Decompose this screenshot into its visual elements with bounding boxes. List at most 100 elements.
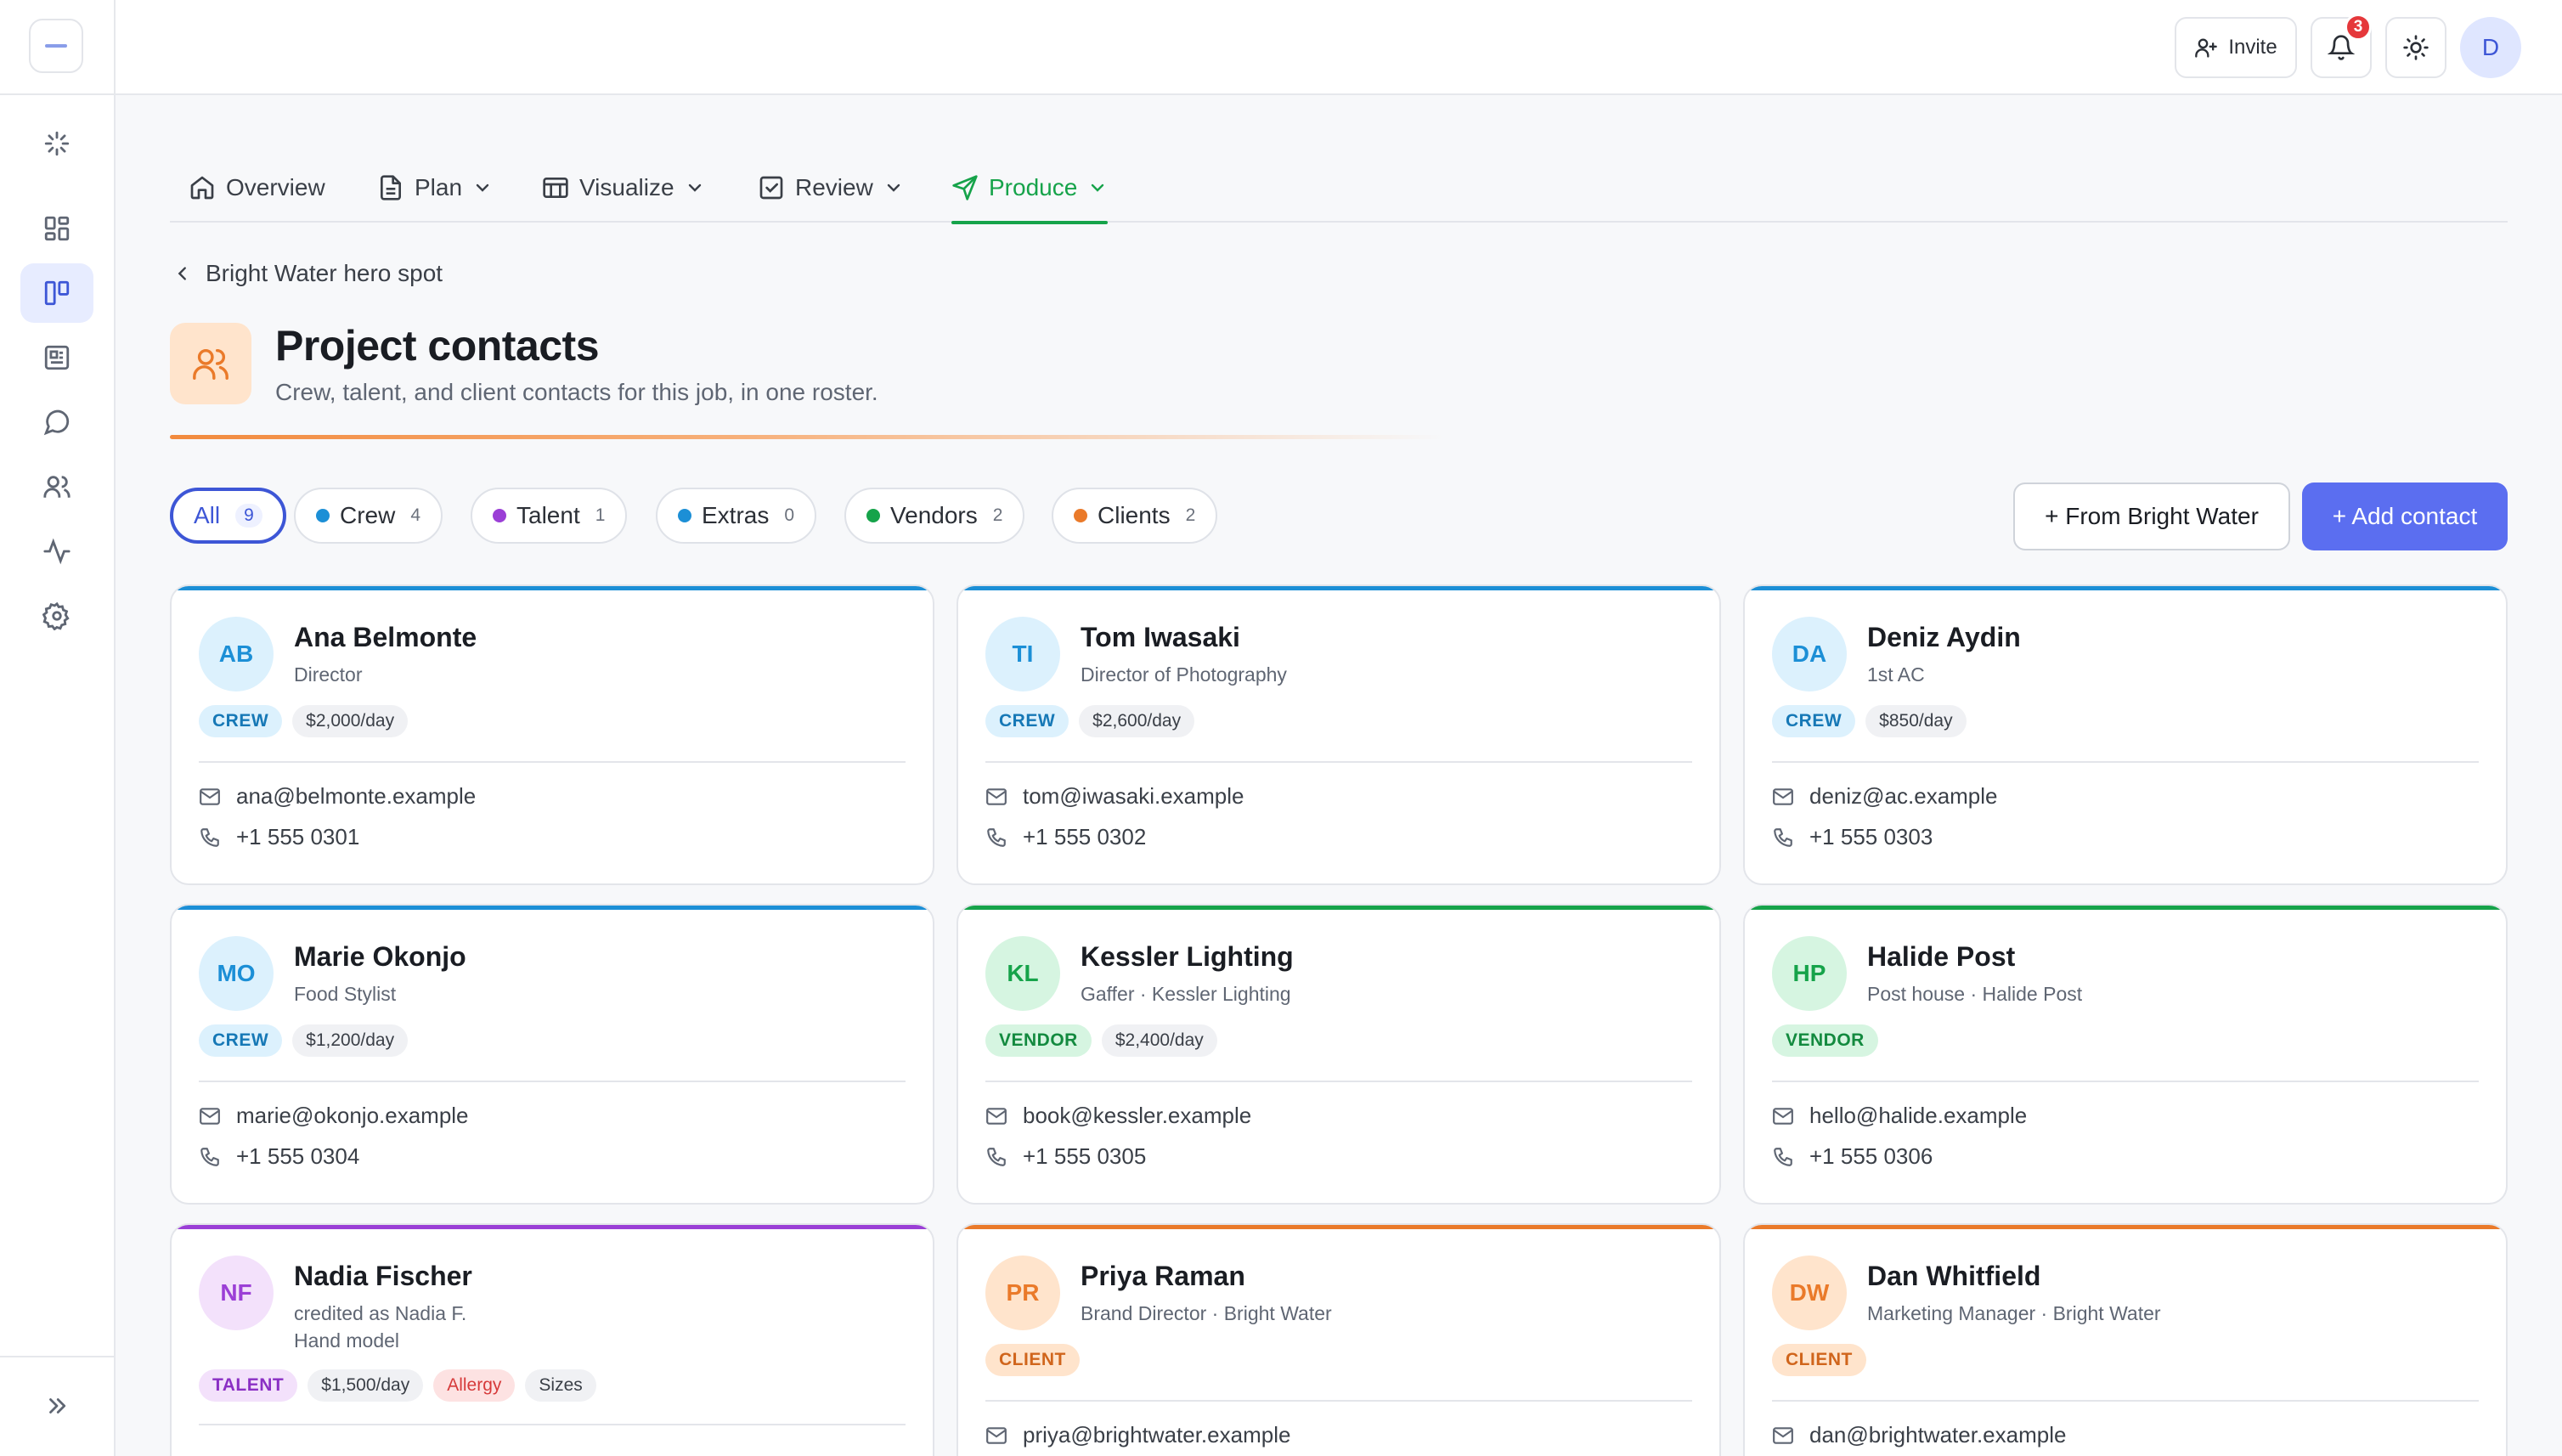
phone-row[interactable]: +1 555 0304 <box>199 1143 359 1170</box>
sidebar-item-settings[interactable] <box>20 586 93 646</box>
rate-chip: $2,400/day <box>1101 1024 1217 1057</box>
contact-role: 1st AC <box>1867 663 1925 686</box>
filter-clients[interactable]: Clients 2 <box>1052 488 1218 544</box>
filter-crew[interactable]: Crew 4 <box>294 488 443 544</box>
filter-all[interactable]: All 9 <box>170 488 286 544</box>
sidebar-item-gallery[interactable] <box>20 328 93 387</box>
phone-text: +1 555 0304 <box>236 1143 360 1169</box>
card-divider <box>199 1424 906 1425</box>
sidebar-item-ai[interactable] <box>20 114 93 173</box>
card-divider <box>199 1081 906 1082</box>
image-icon <box>44 345 70 370</box>
contact-name: Priya Raman <box>1081 1261 1245 1291</box>
check-square-icon <box>759 176 783 200</box>
contact-card[interactable]: DW Dan Whitfield Marketing Manager · Bri… <box>1743 1223 2508 1456</box>
contact-name: Dan Whitfield <box>1867 1261 2041 1291</box>
contact-role-secondary: Hand model <box>294 1329 400 1352</box>
phone-icon <box>1774 827 1792 847</box>
email-row[interactable]: priya@brightwater.example <box>985 1422 1290 1448</box>
email-row[interactable]: tom@iwasaki.example <box>985 783 1244 810</box>
email-text: tom@iwasaki.example <box>1023 783 1244 809</box>
email-row[interactable]: marie@okonjo.example <box>199 1103 469 1129</box>
contact-card[interactable]: TI Tom Iwasaki Director of Photography C… <box>957 584 1721 885</box>
phone-row[interactable]: +1 555 0301 <box>199 824 359 850</box>
tab-overview[interactable]: Overview <box>189 153 325 223</box>
email-row[interactable]: hello@halide.example <box>1772 1103 2027 1129</box>
phone-icon <box>1774 1147 1792 1166</box>
filter-label: Crew <box>340 502 396 528</box>
avatar: MO <box>199 936 274 1011</box>
contact-name: Nadia Fischer <box>294 1261 472 1291</box>
contact-card[interactable]: HP Halide Post Post house · Halide Post … <box>1743 904 2508 1205</box>
type-badge: VENDOR <box>985 1024 1092 1057</box>
email-row[interactable]: book@kessler.example <box>985 1103 1251 1129</box>
tab-produce[interactable]: Produce <box>951 153 1109 224</box>
sidebar-item-people[interactable] <box>20 457 93 516</box>
filter-label: Talent <box>516 502 580 528</box>
card-divider <box>985 1081 1692 1082</box>
phone-row[interactable]: +1 555 0303 <box>1772 824 1933 850</box>
app-logo[interactable] <box>29 19 83 73</box>
columns-icon <box>44 280 70 306</box>
contact-name: Kessler Lighting <box>1081 941 1294 972</box>
contact-card[interactable]: MO Marie Okonjo Food Stylist CREW $1,200… <box>170 904 934 1205</box>
phone-text: +1 555 0301 <box>236 824 360 849</box>
activity-icon <box>43 538 71 565</box>
email-text: deniz@ac.example <box>1809 783 1998 809</box>
filter-talent[interactable]: Talent 1 <box>471 488 628 544</box>
card-type-bar <box>172 586 933 590</box>
page-title: Project contacts <box>275 322 600 370</box>
email-row[interactable]: dan@brightwater.example <box>1772 1422 2066 1448</box>
sidebar-item-messages[interactable] <box>20 392 93 452</box>
home-icon <box>190 176 214 200</box>
mail-icon <box>1773 787 1793 805</box>
breadcrumb[interactable]: Bright Water hero spot <box>173 257 443 291</box>
avatar: AB <box>199 617 274 691</box>
filter-extras[interactable]: Extras 0 <box>656 488 817 544</box>
rate-chip: $1,500/day <box>308 1369 424 1402</box>
contact-name: Marie Okonjo <box>294 941 466 972</box>
phone-row[interactable]: +1 555 0306 <box>1772 1143 1933 1170</box>
add-contact-button[interactable]: + Add contact <box>2302 483 2508 550</box>
tab-review[interactable]: Review <box>758 153 904 223</box>
from-bright-water-button[interactable]: + From Bright Water <box>2013 483 2290 550</box>
contact-card[interactable]: PR Priya Raman Brand Director · Bright W… <box>957 1223 1721 1456</box>
sidebar-item-dashboard[interactable] <box>20 199 93 258</box>
contact-card[interactable]: DA Deniz Aydin 1st AC CREW $850/day deni… <box>1743 584 2508 885</box>
theme-toggle-button[interactable] <box>2385 17 2446 78</box>
email-text: hello@halide.example <box>1809 1103 2028 1128</box>
type-badge: CREW <box>1772 705 1856 737</box>
filter-label: All <box>194 502 221 528</box>
card-divider <box>1772 1400 2479 1402</box>
notifications-button[interactable]: 3 <box>2311 14 2372 78</box>
tab-visualize[interactable]: Visualize <box>542 153 705 223</box>
card-divider <box>199 761 906 763</box>
filter-vendors[interactable]: Vendors 2 <box>844 488 1025 544</box>
user-avatar[interactable]: D <box>2460 17 2521 78</box>
send-icon <box>952 175 978 200</box>
contact-card[interactable]: AB Ana Belmonte Director CREW $2,000/day… <box>170 584 934 885</box>
phone-icon <box>987 1147 1006 1166</box>
sparkle-icon <box>44 131 70 156</box>
contacts-header-icon <box>170 323 251 404</box>
type-badge: CLIENT <box>1772 1344 1866 1376</box>
tab-plan[interactable]: Plan <box>377 153 493 223</box>
sidebar-item-activity[interactable] <box>20 522 93 581</box>
tab-label: Plan <box>415 174 463 200</box>
filter-count: 2 <box>992 505 1003 525</box>
phone-row[interactable]: +1 555 0302 <box>985 824 1146 850</box>
contact-card[interactable]: NF Nadia Fischer credited as Nadia F. Ha… <box>170 1223 934 1456</box>
phone-row[interactable]: +1 555 0305 <box>985 1143 1146 1170</box>
contact-card[interactable]: KL Kessler Lighting Gaffer · Kessler Lig… <box>957 904 1721 1205</box>
card-type-bar <box>1745 906 2506 910</box>
sidebar-expand-button[interactable] <box>20 1376 93 1436</box>
sidebar-item-projects[interactable] <box>20 263 93 323</box>
phone-icon <box>987 827 1006 847</box>
mail-icon <box>200 1107 220 1125</box>
invite-button[interactable]: Invite <box>2175 17 2297 78</box>
logo-mark <box>45 44 67 48</box>
email-row[interactable]: deniz@ac.example <box>1772 783 1998 810</box>
users-icon <box>43 476 71 498</box>
contact-role: Director of Photography <box>1081 663 1287 686</box>
email-row[interactable]: ana@belmonte.example <box>199 783 476 810</box>
